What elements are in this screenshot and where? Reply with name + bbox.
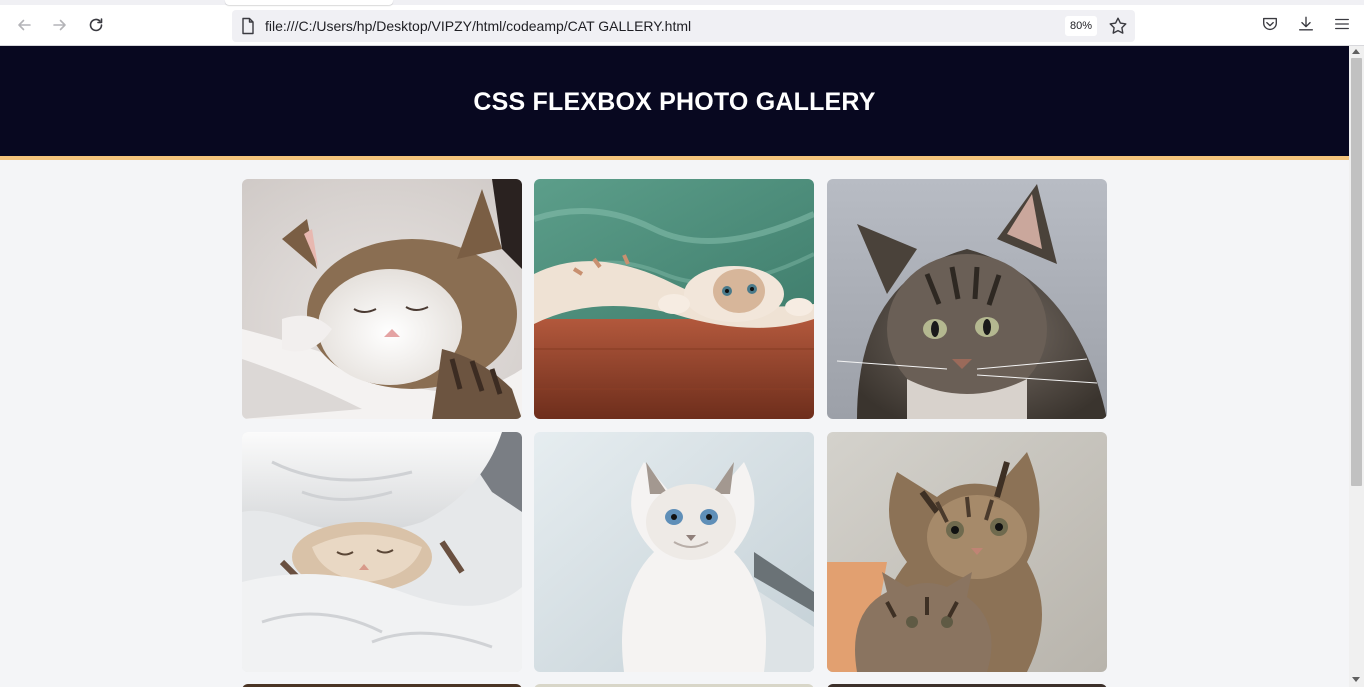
- gallery-photo-kitten-under-duvet[interactable]: [242, 432, 522, 672]
- zoom-level-badge[interactable]: 80%: [1065, 16, 1098, 36]
- vertical-scrollbar[interactable]: [1349, 46, 1364, 687]
- gallery-photo-white-kitten[interactable]: [534, 432, 814, 672]
- active-tab-edge[interactable]: [225, 0, 393, 5]
- scrollbar-thumb[interactable]: [1351, 58, 1362, 486]
- page-icon: [242, 17, 254, 35]
- menu-icon[interactable]: [1332, 14, 1352, 34]
- scroll-up-arrow-icon[interactable]: [1352, 49, 1360, 54]
- gallery-photo-two-kittens[interactable]: [827, 432, 1107, 672]
- download-icon[interactable]: [1296, 14, 1316, 34]
- gallery-photo-tabby-portrait[interactable]: [827, 179, 1107, 419]
- page-viewport: CSS FLEXBOX PHOTO GALLERY: [0, 46, 1349, 687]
- page-title: CSS FLEXBOX PHOTO GALLERY: [473, 87, 876, 116]
- url-text[interactable]: file:///C:/Users/hp/Desktop/VIPZY/html/c…: [265, 18, 691, 34]
- gallery-photo-sleeping-cat[interactable]: [242, 179, 522, 419]
- browser-toolbar: file:///C:/Users/hp/Desktop/VIPZY/html/c…: [0, 0, 1364, 46]
- page-header: CSS FLEXBOX PHOTO GALLERY: [0, 46, 1349, 160]
- address-bar[interactable]: file:///C:/Users/hp/Desktop/VIPZY/html/c…: [232, 10, 1135, 42]
- gallery-photo-upside-down-kitten[interactable]: [534, 179, 814, 419]
- pocket-icon[interactable]: [1260, 14, 1280, 34]
- star-icon[interactable]: [1108, 16, 1128, 36]
- tab-strip: [0, 0, 1364, 5]
- scroll-down-arrow-icon[interactable]: [1352, 677, 1360, 682]
- forward-arrow-icon[interactable]: [48, 13, 72, 37]
- back-arrow-icon[interactable]: [12, 13, 36, 37]
- reload-icon[interactable]: [84, 13, 108, 37]
